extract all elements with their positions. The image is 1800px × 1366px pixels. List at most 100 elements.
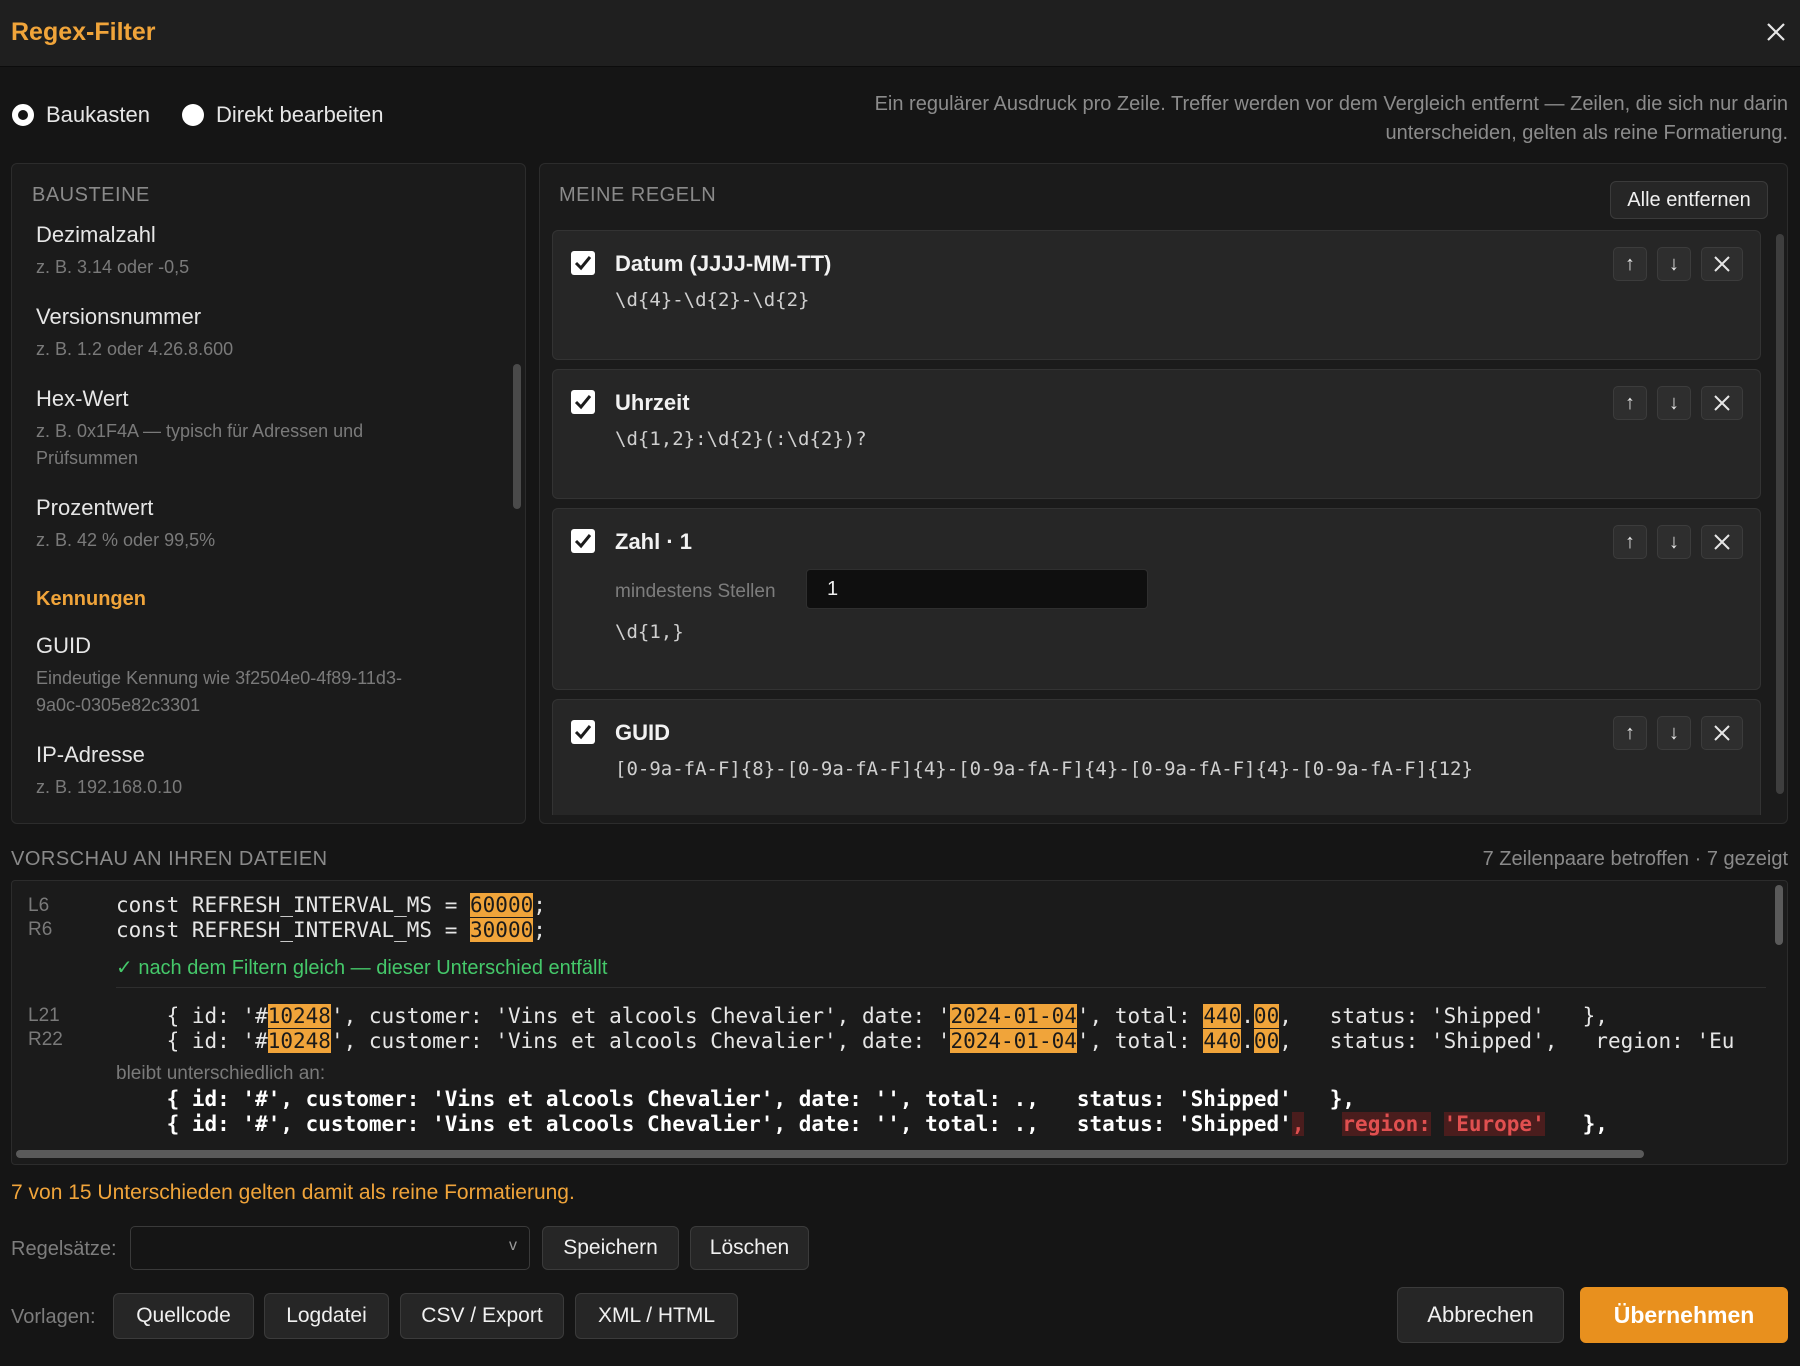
baustein-prozentwert[interactable]: Prozentwert z. B. 42 % oder 99,5%	[36, 495, 506, 554]
title-bar: Regex-Filter	[0, 0, 1800, 67]
filtered-line-right: { id: '#', customer: 'Vins et alcools Ch…	[116, 1112, 1608, 1136]
arrow-down-icon: ↓	[1669, 721, 1679, 744]
bausteine-scrollbar[interactable]	[513, 364, 521, 509]
bausteine-title: BAUSTEINE	[32, 184, 150, 206]
radio-direkt-bearbeiten[interactable]: Direkt bearbeiten	[181, 102, 384, 128]
baustein-guid[interactable]: GUID Eindeutige Kennung wie 3f2504e0-4f8…	[36, 633, 436, 719]
param-label: mindestens Stellen	[615, 581, 776, 602]
baustein-versionsnummer[interactable]: Versionsnummer z. B. 1.2 oder 4.26.8.600	[36, 304, 506, 363]
move-down-button[interactable]: ↓	[1657, 386, 1691, 420]
move-up-button[interactable]: ↑	[1613, 247, 1647, 281]
arrow-up-icon: ↑	[1625, 252, 1635, 275]
apply-button[interactable]: Übernehmen	[1580, 1287, 1788, 1343]
summary-text: 7 von 15 Unterschieden gelten damit als …	[11, 1181, 575, 1204]
remove-rule-button[interactable]	[1701, 386, 1743, 420]
bausteine-panel: BAUSTEINE Dezimalzahl z. B. 3.14 oder -0…	[11, 163, 526, 824]
baustein-desc: Eindeutige Kennung wie 3f2504e0-4f89-11d…	[36, 668, 402, 715]
move-up-button[interactable]: ↑	[1613, 716, 1647, 750]
radio-selected-icon	[12, 104, 34, 126]
rule-name: Uhrzeit	[615, 390, 690, 415]
rule-expression: \d{4}-\d{2}-\d{2}	[615, 289, 810, 311]
baustein-name: GUID	[36, 633, 91, 658]
close-icon	[1714, 395, 1730, 411]
code-line-right: const REFRESH_INTERVAL_MS = 30000;	[116, 918, 546, 942]
save-button[interactable]: Speichern	[542, 1226, 679, 1270]
min-digits-input[interactable]	[806, 569, 1148, 609]
rulesets-label: Regelsätze:	[11, 1238, 117, 1260]
baustein-name: Dezimalzahl	[36, 222, 156, 247]
code-line-right: { id: '#10248', customer: 'Vins et alcoo…	[116, 1029, 1735, 1053]
move-up-button[interactable]: ↑	[1613, 386, 1647, 420]
close-icon	[1714, 256, 1730, 272]
preview-vertical-scrollbar[interactable]	[1775, 885, 1783, 945]
rule-item-uhrzeit: Uhrzeit \d{1,2}:\d{2}(:\d{2})? ↑ ↓	[552, 369, 1761, 499]
baustein-ip-adresse[interactable]: IP-Adresse z. B. 192.168.0.10	[36, 742, 506, 801]
close-icon[interactable]	[1760, 16, 1792, 48]
move-down-button[interactable]: ↓	[1657, 525, 1691, 559]
mode-hint: Ein regulärer Ausdruck pro Zeile. Treffe…	[874, 93, 1788, 144]
rules-panel: MEINE REGELN Alle entfernen Datum (JJJJ-…	[539, 163, 1788, 824]
category-kennungen: Kennungen	[36, 588, 146, 610]
baustein-dezimalzahl[interactable]: Dezimalzahl z. B. 3.14 oder -0,5	[36, 222, 506, 281]
arrow-up-icon: ↑	[1625, 530, 1635, 553]
radio-baukasten[interactable]: Baukasten	[12, 102, 150, 128]
radio-label: Baukasten	[46, 102, 150, 127]
move-down-button[interactable]: ↓	[1657, 716, 1691, 750]
rule-expression: [0-9a-fA-F]{8}-[0-9a-fA-F]{4}-[0-9a-fA-F…	[615, 758, 1473, 780]
baustein-hex-wert[interactable]: Hex-Wert z. B. 0x1F4A — typisch für Adre…	[36, 386, 426, 472]
move-up-button[interactable]: ↑	[1613, 525, 1647, 559]
window-title: Regex-Filter	[11, 18, 156, 46]
preview-horizontal-scrollbar[interactable]	[16, 1150, 1644, 1158]
line-number: R22	[28, 1029, 63, 1050]
code-line-left: { id: '#10248', customer: 'Vins et alcoo…	[116, 1004, 1608, 1028]
baustein-name: Versionsnummer	[36, 304, 202, 329]
remove-rule-button[interactable]	[1701, 716, 1743, 750]
template-csv-button[interactable]: CSV / Export	[400, 1293, 564, 1339]
radio-unselected-icon	[181, 104, 204, 126]
rulesets-select[interactable]: v	[130, 1226, 530, 1270]
match-highlight: 60000	[470, 893, 534, 917]
close-icon	[1714, 725, 1730, 741]
divider	[116, 987, 1766, 988]
code-line-left: const REFRESH_INTERVAL_MS = 60000;	[116, 893, 546, 917]
remains-different-label: bleibt unterschiedlich an:	[116, 1063, 326, 1084]
rules-title: MEINE REGELN	[559, 184, 717, 206]
rules-scrollbar[interactable]	[1776, 234, 1784, 794]
remove-rule-button[interactable]	[1701, 525, 1743, 559]
delete-button[interactable]: Löschen	[690, 1226, 809, 1270]
checkbox-checked-icon[interactable]	[571, 251, 595, 275]
baustein-desc: z. B. 3.14 oder -0,5	[36, 257, 190, 277]
arrow-down-icon: ↓	[1669, 530, 1679, 553]
preview-pane: L6 R6 const REFRESH_INTERVAL_MS = 60000;…	[11, 880, 1788, 1165]
templates-label: Vorlagen:	[11, 1306, 96, 1328]
arrow-down-icon: ↓	[1669, 252, 1679, 275]
checkbox-checked-icon[interactable]	[571, 390, 595, 414]
preview-stats: 7 Zeilenpaare betroffen · 7 gezeigt	[1482, 848, 1788, 870]
rule-name: GUID	[615, 720, 670, 745]
arrow-up-icon: ↑	[1625, 721, 1635, 744]
equal-after-filter-note: ✓ nach dem Filtern gleich — dieser Unter…	[116, 957, 608, 979]
line-number: L6	[28, 895, 50, 916]
baustein-desc: z. B. 1.2 oder 4.26.8.600	[36, 339, 234, 359]
remove-rule-button[interactable]	[1701, 247, 1743, 281]
arrow-up-icon: ↑	[1625, 391, 1635, 414]
baustein-desc: z. B. 192.168.0.10	[36, 777, 183, 797]
baustein-name: Prozentwert	[36, 495, 154, 520]
preview-title: VORSCHAU AN IHREN DATEIEN	[11, 848, 328, 870]
template-logdatei-button[interactable]: Logdatei	[264, 1293, 389, 1339]
filtered-line-left: { id: '#', customer: 'Vins et alcools Ch…	[116, 1087, 1356, 1111]
rule-name: Zahl · 1	[615, 529, 693, 554]
template-xml-button[interactable]: XML / HTML	[575, 1293, 738, 1339]
rule-expression: \d{1,2}:\d{2}(:\d{2})?	[615, 428, 867, 450]
move-down-button[interactable]: ↓	[1657, 247, 1691, 281]
checkbox-checked-icon[interactable]	[571, 529, 595, 553]
template-quellcode-button[interactable]: Quellcode	[113, 1293, 254, 1339]
remove-all-button[interactable]: Alle entfernen	[1610, 181, 1768, 219]
baustein-name: Hex-Wert	[36, 386, 129, 411]
cancel-button[interactable]: Abbrechen	[1397, 1287, 1564, 1343]
line-number: L21	[28, 1005, 60, 1026]
rule-item-datum: Datum (JJJJ-MM-TT) \d{4}-\d{2}-\d{2} ↑ ↓	[552, 230, 1761, 360]
checkbox-checked-icon[interactable]	[571, 720, 595, 744]
chevron-down-icon: v	[509, 1237, 517, 1254]
rule-expression: \d{1,}	[615, 621, 684, 643]
